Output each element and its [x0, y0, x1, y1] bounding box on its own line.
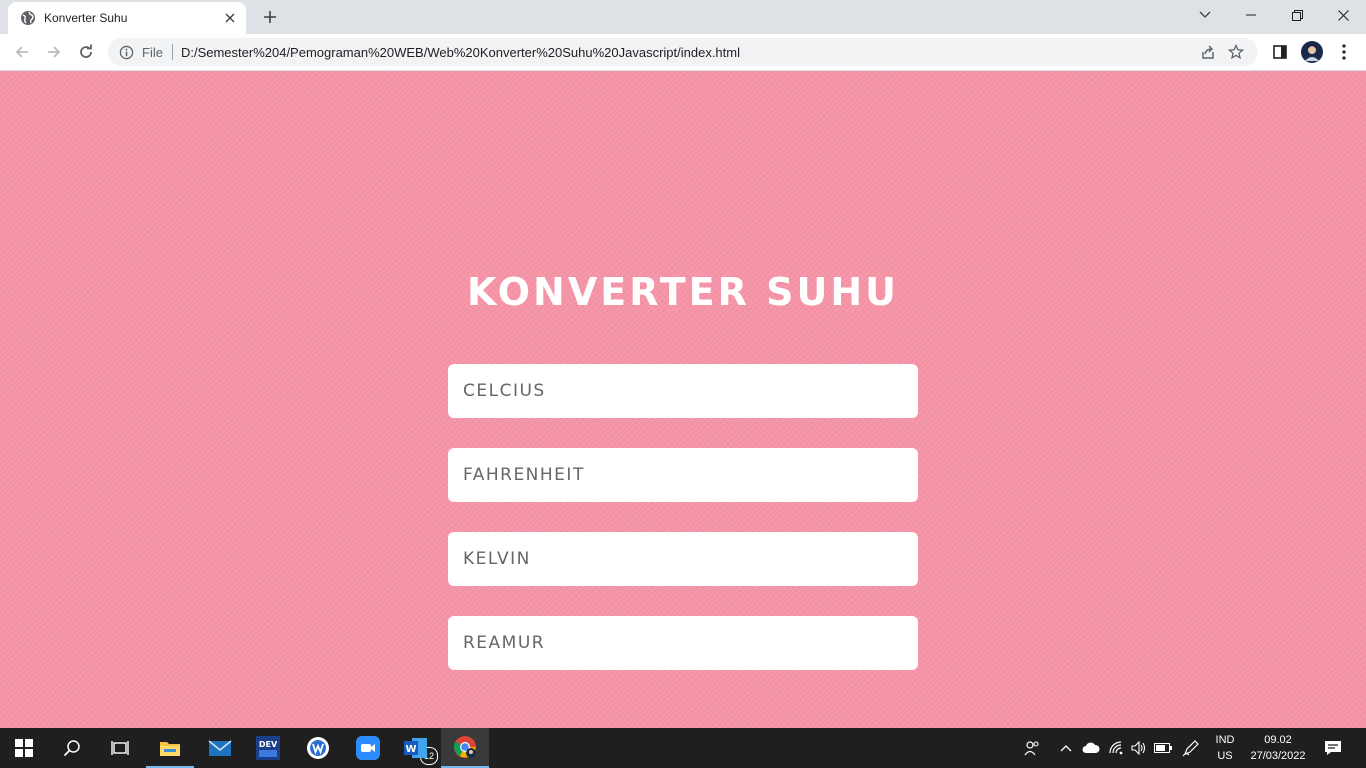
task-view-button[interactable]	[96, 728, 144, 768]
onedrive-button[interactable]	[1080, 728, 1102, 768]
close-icon	[1337, 9, 1349, 21]
tab-strip: Konverter Suhu	[0, 0, 1366, 34]
menu-button[interactable]	[1332, 40, 1356, 64]
language-code: IND	[1215, 734, 1235, 746]
clock-time: 09.02	[1264, 734, 1292, 746]
start-button[interactable]	[0, 728, 48, 768]
forward-button[interactable]	[42, 40, 66, 64]
address-bar[interactable]: File D:/Semester%204/Pemograman%20WEB/We…	[108, 38, 1258, 66]
clock[interactable]: 09.02 27/03/2022	[1244, 732, 1312, 764]
dev-label: DEV	[259, 740, 278, 749]
pen-icon	[1182, 740, 1199, 757]
word-label: W	[405, 744, 416, 755]
zoom-icon	[356, 736, 380, 760]
share-icon[interactable]	[1194, 40, 1222, 64]
new-tab-button[interactable]	[258, 6, 282, 28]
chrome-icon	[453, 736, 476, 758]
tab-title: Konverter Suhu	[44, 11, 128, 25]
globe-icon	[20, 10, 36, 26]
file-explorer-button[interactable]	[146, 728, 194, 768]
people-icon	[1024, 741, 1039, 756]
browser-tab[interactable]: Konverter Suhu	[8, 2, 246, 34]
side-panel-icon	[1273, 45, 1287, 59]
taskbar: 12 DEV W IND US 09.02 27/03/2022	[0, 728, 1366, 768]
search-icon	[63, 740, 80, 757]
scheme-label: File	[142, 44, 163, 60]
reamur-input[interactable]	[448, 616, 918, 670]
menu-icon	[1342, 44, 1346, 60]
restore-button[interactable]	[1274, 0, 1320, 30]
battery-icon	[1154, 743, 1172, 753]
notification-icon	[1325, 741, 1341, 755]
cloud-icon	[1082, 742, 1100, 753]
task-view-icon	[111, 741, 129, 755]
browser-toolbar: File D:/Semester%204/Pemograman%20WEB/We…	[0, 34, 1366, 71]
plus-icon	[264, 11, 276, 23]
restore-icon	[1291, 9, 1303, 21]
app-w-icon	[307, 737, 329, 759]
dev-cpp-icon: DEV	[256, 736, 280, 760]
url-text[interactable]: D:/Semester%204/Pemograman%20WEB/Web%20K…	[181, 45, 1194, 60]
minimize-icon	[1246, 14, 1256, 16]
fahrenheit-input[interactable]	[448, 448, 918, 502]
wifi-icon	[1109, 741, 1123, 755]
windows-icon	[15, 739, 33, 757]
back-icon	[15, 46, 28, 58]
close-window-button[interactable]	[1320, 0, 1366, 30]
action-center-button[interactable]	[1320, 728, 1346, 768]
search-button[interactable]	[48, 728, 96, 768]
reload-button[interactable]	[74, 40, 98, 64]
folder-icon	[160, 742, 180, 756]
language-indicator[interactable]: IND US	[1210, 732, 1240, 764]
battery-button[interactable]	[1152, 728, 1174, 768]
divider	[171, 44, 173, 60]
keyboard-layout: US	[1217, 750, 1233, 762]
chrome-button[interactable]	[441, 728, 489, 768]
profile-avatar[interactable]	[1300, 40, 1324, 64]
mail-button[interactable]: 12	[196, 728, 438, 768]
dev-cpp-button[interactable]: DEV	[244, 728, 292, 768]
page-title: KONVERTER SUHU	[466, 270, 900, 314]
celcius-input[interactable]	[448, 364, 918, 418]
word-button[interactable]: W	[392, 728, 440, 768]
chevron-up-icon	[1060, 745, 1072, 752]
back-button[interactable]	[10, 40, 34, 64]
volume-button[interactable]	[1128, 728, 1150, 768]
app-w-button[interactable]	[294, 728, 342, 768]
star-icon[interactable]	[1222, 40, 1250, 64]
zoom-button[interactable]	[344, 728, 392, 768]
side-panel-button[interactable]	[1268, 40, 1292, 64]
chevron-down-icon	[1199, 11, 1211, 18]
network-button[interactable]	[1106, 728, 1128, 768]
people-button[interactable]	[1020, 728, 1044, 768]
clock-date: 27/03/2022	[1250, 750, 1306, 762]
minimize-button[interactable]	[1228, 0, 1274, 30]
pen-workspace-button[interactable]	[1180, 728, 1202, 768]
close-icon[interactable]	[220, 8, 240, 28]
kelvin-input[interactable]	[448, 532, 918, 586]
tab-search-button[interactable]	[1182, 0, 1228, 30]
forward-icon	[48, 46, 61, 58]
info-icon[interactable]	[118, 44, 134, 60]
mail-icon	[208, 740, 232, 756]
volume-icon	[1131, 741, 1146, 755]
word-icon: W	[404, 738, 427, 758]
page-background: KONVERTER SUHU	[0, 71, 1366, 728]
reload-icon	[80, 44, 92, 58]
show-hidden-icons-button[interactable]	[1056, 728, 1076, 768]
